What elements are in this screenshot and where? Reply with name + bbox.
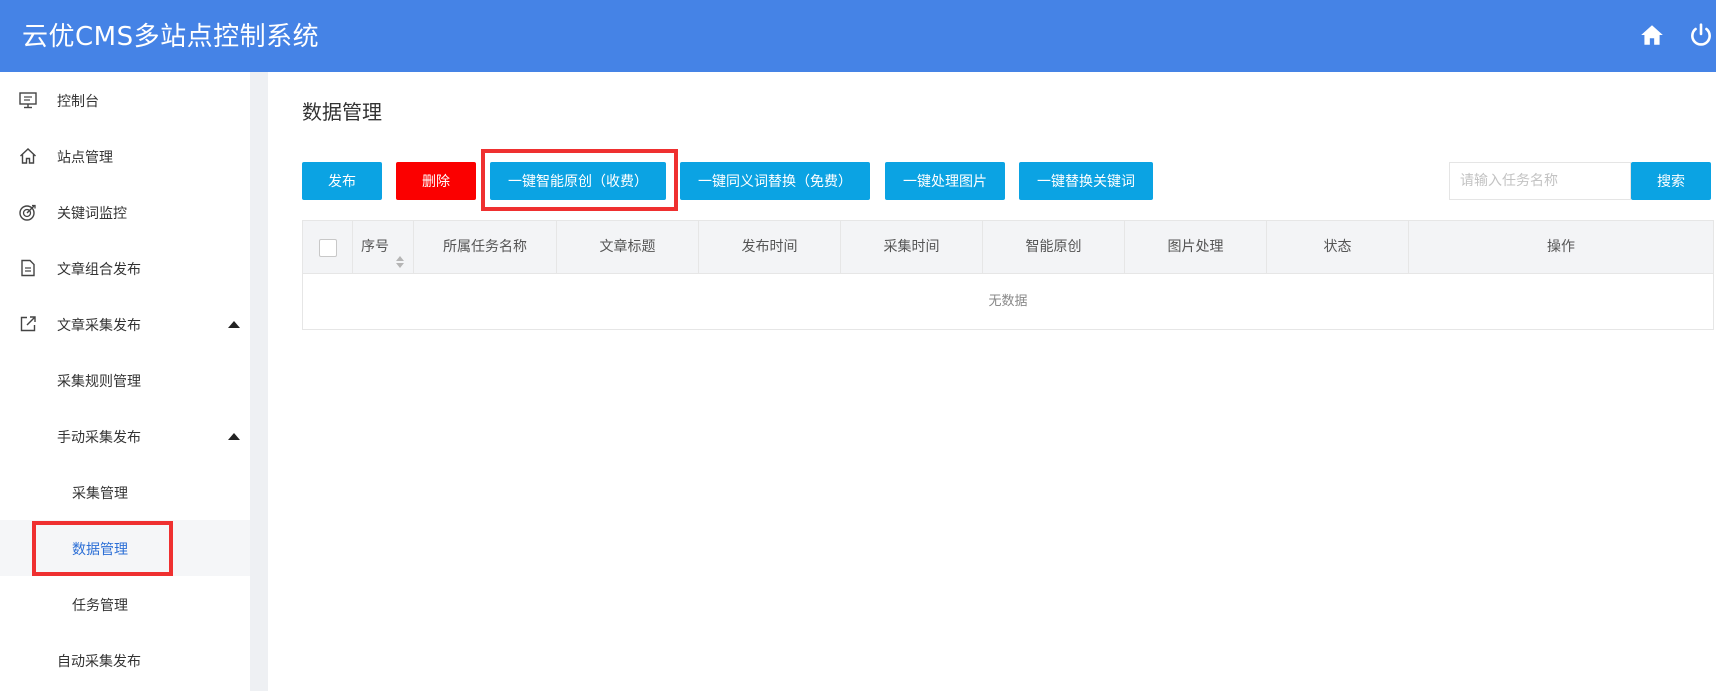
sidebar-item-label: 站点管理: [57, 150, 113, 166]
sidebar-item-collect-rules[interactable]: 采集规则管理: [0, 352, 250, 408]
data-table: 序号 所属任务名称 文章标题 发布时间 采集时间 智能原创 图片处理 状态 操作…: [302, 220, 1714, 330]
column-header-image-process: 图片处理: [1125, 221, 1267, 274]
sidebar-item-auto-collect-publish[interactable]: 自动采集发布: [0, 632, 250, 688]
sidebar-item-label: 自动采集发布: [57, 654, 141, 670]
sidebar: 控制台 站点管理 关键词监控 文章组合发布 文章采集发布 采集规则管理 手动采集…: [0, 72, 250, 691]
column-header-publish-time: 发布时间: [699, 221, 841, 274]
table-header: 序号 所属任务名称 文章标题 发布时间 采集时间 智能原创 图片处理 状态 操作: [303, 221, 1713, 274]
column-header-index[interactable]: 序号: [353, 221, 414, 274]
sidebar-scrollbar[interactable]: [250, 72, 268, 691]
caret-up-icon: [228, 321, 240, 328]
column-header-label: 序号: [361, 239, 389, 255]
column-header-status: 状态: [1267, 221, 1409, 274]
external-link-icon: [18, 314, 38, 334]
home-icon: [18, 146, 38, 166]
sidebar-item-data-manage[interactable]: 数据管理: [0, 520, 250, 576]
task-name-search-input[interactable]: [1449, 162, 1631, 200]
sidebar-item-article-combine-publish[interactable]: 文章组合发布: [0, 240, 250, 296]
sidebar-item-label: 文章组合发布: [57, 262, 141, 278]
column-header-smart-original: 智能原创: [983, 221, 1125, 274]
publish-button[interactable]: 发布: [302, 162, 382, 200]
top-header: 云优CMS多站点控制系统: [0, 0, 1716, 72]
sidebar-item-collect-manage[interactable]: 采集管理: [0, 464, 250, 520]
sidebar-item-label: 手动采集发布: [57, 430, 141, 446]
column-header-task-name: 所属任务名称: [414, 221, 557, 274]
select-all-checkbox[interactable]: [319, 239, 337, 257]
search-button[interactable]: 搜索: [1631, 162, 1711, 200]
sidebar-item-sites[interactable]: 站点管理: [0, 128, 250, 184]
sidebar-item-label: 任务管理: [72, 598, 128, 614]
monitor-icon: [18, 90, 38, 110]
sidebar-item-label: 数据管理: [72, 542, 128, 558]
sidebar-item-label: 文章采集发布: [57, 318, 141, 334]
sidebar-item-dashboard[interactable]: 控制台: [0, 72, 250, 128]
column-header-article-title: 文章标题: [557, 221, 699, 274]
sidebar-item-label: 采集规则管理: [57, 374, 141, 390]
caret-up-icon: [228, 433, 240, 440]
page-title: 数据管理: [302, 100, 382, 124]
sidebar-item-keyword-monitor[interactable]: 关键词监控: [0, 184, 250, 240]
target-icon: [18, 202, 38, 222]
process-images-button[interactable]: 一键处理图片: [885, 162, 1005, 200]
synonym-replace-button[interactable]: 一键同义词替换（免费）: [680, 162, 870, 200]
sidebar-item-label: 控制台: [57, 94, 99, 110]
app-title: 云优CMS多站点控制系统: [22, 22, 320, 52]
home-icon[interactable]: [1639, 22, 1665, 48]
smart-original-button[interactable]: 一键智能原创（收费）: [490, 162, 666, 200]
replace-keywords-button[interactable]: 一键替换关键词: [1019, 162, 1153, 200]
column-header-collect-time: 采集时间: [841, 221, 983, 274]
header-checkbox-cell: [303, 221, 353, 274]
sidebar-item-label: 采集管理: [72, 486, 128, 502]
sidebar-item-label: 关键词监控: [57, 206, 127, 222]
sidebar-item-manual-collect-publish[interactable]: 手动采集发布: [0, 408, 250, 464]
document-icon: [18, 258, 38, 278]
delete-button[interactable]: 删除: [396, 162, 476, 200]
column-header-actions: 操作: [1547, 239, 1575, 255]
sort-icon[interactable]: [395, 239, 405, 268]
empty-table-message: 无数据: [988, 294, 1028, 309]
sidebar-item-article-collect-publish[interactable]: 文章采集发布: [0, 296, 250, 352]
sidebar-item-task-manage[interactable]: 任务管理: [0, 576, 250, 632]
power-icon[interactable]: [1688, 22, 1714, 48]
